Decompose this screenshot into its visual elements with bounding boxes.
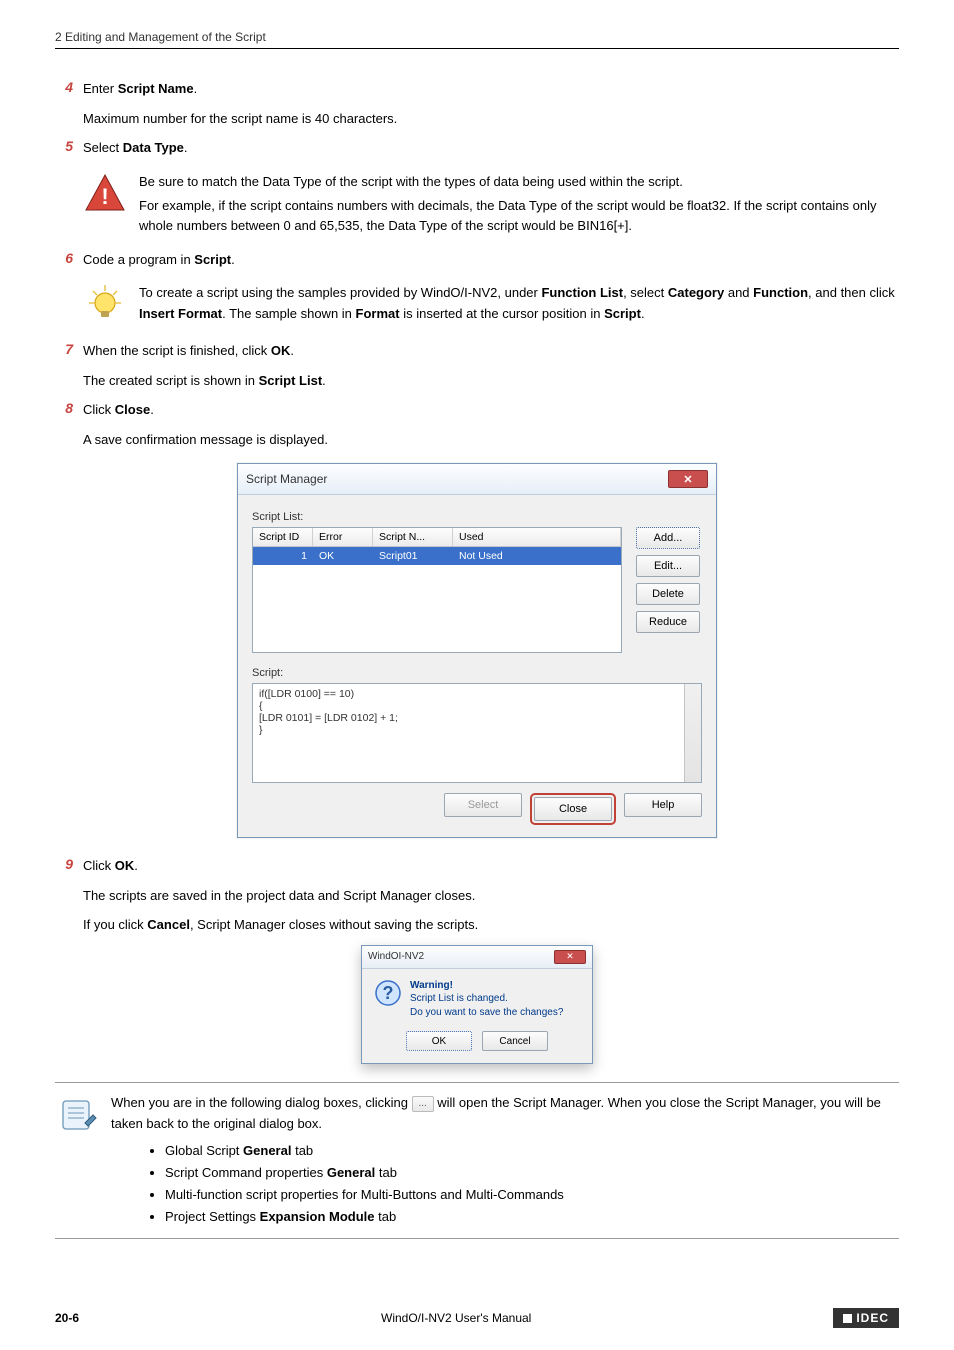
script-list[interactable]: Script ID Error Script N... Used 1 OK Sc…: [252, 527, 622, 653]
page-footer: 20-6 WindO/I-NV2 User's Manual IDEC: [55, 1308, 899, 1328]
step-number: 4: [55, 79, 83, 103]
step-number: 5: [55, 138, 83, 162]
close-icon[interactable]: ✕: [554, 950, 586, 964]
step-7: 7 When the script is finished, click OK.: [55, 341, 899, 365]
brand-logo: IDEC: [833, 1308, 899, 1328]
question-icon: ?: [374, 979, 402, 1007]
step-8: 8 Click Close.: [55, 400, 899, 424]
add-button[interactable]: Add...: [636, 527, 700, 549]
step-7-text: When the script is finished, click OK.: [83, 341, 899, 361]
save-confirm-dialog: WindOI-NV2 ✕ ? Warning! Script List is c…: [361, 945, 593, 1065]
script-label: Script:: [252, 667, 702, 679]
page-number: 20-6: [55, 1311, 79, 1325]
confirm-message: Warning! Script List is changed. Do you …: [410, 979, 563, 1020]
step-4-text: Enter Script Name.: [83, 79, 899, 99]
small-dialog-title: WindOI-NV2: [368, 951, 424, 962]
help-button[interactable]: Help: [624, 793, 702, 817]
tip-callout: To create a script using the samples pro…: [83, 283, 899, 327]
note-intro: When you are in the following dialog box…: [111, 1093, 899, 1133]
step-number: 8: [55, 400, 83, 424]
list-item: Project Settings Expansion Module tab: [165, 1206, 899, 1228]
close-icon[interactable]: ✕: [668, 470, 708, 488]
step-4-sub: Maximum number for the script name is 40…: [83, 109, 899, 129]
list-item: Script Command properties General tab: [165, 1162, 899, 1184]
list-item: Global Script General tab: [165, 1140, 899, 1162]
list-header: Script ID Error Script N... Used: [253, 528, 621, 547]
svg-text:?: ?: [383, 983, 394, 1003]
step-number: 9: [55, 856, 83, 880]
warn-p2: For example, if the script contains numb…: [139, 196, 899, 236]
table-row[interactable]: 1 OK Script01 Not Used: [253, 547, 621, 565]
step-7-sub: The created script is shown in Script Li…: [83, 371, 899, 391]
scrollbar-thumb[interactable]: [688, 688, 698, 702]
step-5-text: Select Data Type.: [83, 138, 899, 158]
step-4: 4 Enter Script Name.: [55, 79, 899, 103]
step-number: 7: [55, 341, 83, 365]
breadcrumb: 2 Editing and Management of the Script: [55, 30, 899, 49]
step-number: 6: [55, 250, 83, 274]
step-9: 9 Click OK.: [55, 856, 899, 880]
manual-title: WindO/I-NV2 User's Manual: [381, 1311, 531, 1325]
cancel-button[interactable]: Cancel: [482, 1031, 548, 1051]
reduce-button[interactable]: Reduce: [636, 611, 700, 633]
dialog-titlebar: Script Manager ✕: [238, 464, 716, 495]
script-textarea[interactable]: if([LDR 0100] == 10) { [LDR 0101] = [LDR…: [252, 683, 702, 783]
tip-text: To create a script using the samples pro…: [139, 283, 899, 323]
ellipsis-button-icon: ...: [412, 1096, 434, 1112]
svg-text:!: !: [101, 184, 108, 209]
step-6: 6 Code a program in Script.: [55, 250, 899, 274]
step-9-text: Click OK.: [83, 856, 899, 876]
step-9-sub1: The scripts are saved in the project dat…: [83, 886, 899, 906]
delete-button[interactable]: Delete: [636, 583, 700, 605]
select-button: Select: [444, 793, 522, 817]
step-6-text: Code a program in Script.: [83, 250, 899, 270]
step-8-text: Click Close.: [83, 400, 899, 420]
warning-icon: !: [83, 172, 127, 216]
step-5: 5 Select Data Type.: [55, 138, 899, 162]
ok-button[interactable]: OK: [406, 1031, 472, 1051]
step-9-sub2: If you click Cancel, Script Manager clos…: [83, 915, 899, 935]
dialog-title: Script Manager: [246, 472, 327, 486]
warn-p1: Be sure to match the Data Type of the sc…: [139, 172, 899, 192]
edit-button[interactable]: Edit...: [636, 555, 700, 577]
close-button[interactable]: Close: [534, 797, 612, 821]
note-icon: [55, 1093, 99, 1137]
script-list-label: Script List:: [252, 511, 702, 523]
note-callout: When you are in the following dialog box…: [55, 1082, 899, 1239]
list-item: Multi-function script properties for Mul…: [165, 1184, 899, 1206]
step-8-sub: A save confirmation message is displayed…: [83, 430, 899, 450]
dialog-titlebar: WindOI-NV2 ✕: [362, 946, 592, 969]
script-manager-dialog: Script Manager ✕ Script List: Script ID …: [237, 463, 717, 838]
lightbulb-icon: [83, 283, 127, 327]
warning-callout: ! Be sure to match the Data Type of the …: [83, 172, 899, 236]
